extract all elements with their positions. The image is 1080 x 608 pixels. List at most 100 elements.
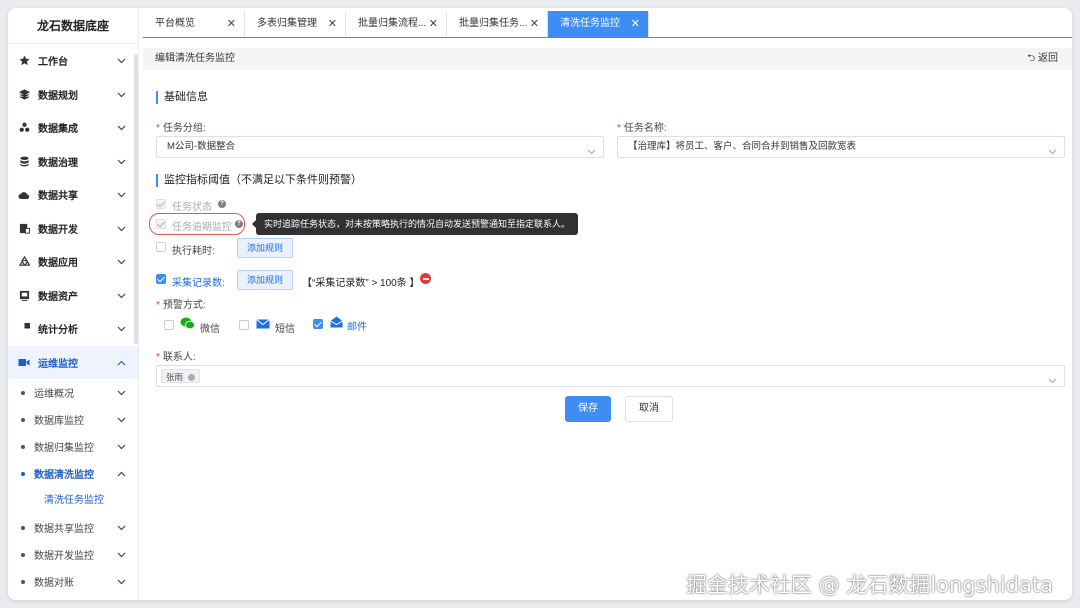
sidebar-item-workbench[interactable]: 工作台 — [8, 44, 138, 78]
sidebar-subitem-reconcile[interactable]: 数据对账 — [8, 568, 138, 595]
mail-checkbox[interactable] — [313, 319, 323, 329]
bullet-icon — [21, 444, 25, 449]
close-icon[interactable]: ✕ — [631, 11, 640, 37]
tab-underline — [143, 37, 1072, 38]
chevron-down-icon — [587, 143, 596, 163]
bullet-icon — [21, 579, 25, 584]
video-icon — [18, 356, 30, 368]
help-icon[interactable]: ? — [235, 220, 243, 228]
chevron-down-icon — [117, 190, 126, 201]
sidebar-subitem-clean-monitor[interactable]: 数据清洗监控 — [8, 460, 138, 487]
undo-icon: ⮌ — [1027, 53, 1038, 64]
watermark-text: 掘金技术社区 @ 龙石数据longshidata — [685, 573, 1053, 597]
alert-method-label: * 预警方式: — [156, 300, 206, 311]
sms-checkbox[interactable] — [239, 320, 249, 330]
sidebar-subitem-share-monitor[interactable]: 数据共享监控 — [8, 514, 138, 541]
chevron-down-icon — [1048, 143, 1057, 163]
task-status-checkbox[interactable] — [156, 199, 166, 209]
tab-platform-overview[interactable]: 平台概览 ✕ — [143, 11, 245, 37]
record-count-label: 采集记录数: — [172, 278, 225, 289]
rule-expression: 【“采集记录数” > 100条 】 — [302, 278, 420, 289]
star-icon — [18, 55, 30, 67]
wechat-icon — [180, 317, 195, 333]
help-icon[interactable]: ? — [218, 200, 226, 208]
contact-tag-label: 张雨 — [166, 372, 184, 382]
chevron-up-icon — [117, 358, 126, 369]
sidebar-subitem-dev-monitor[interactable]: 数据开发监控 — [8, 541, 138, 568]
save-button[interactable]: 保存 — [565, 396, 611, 422]
tab-batch-collect-flow[interactable]: 批量归集流程... ✕ — [346, 11, 447, 37]
bullet-icon — [21, 390, 25, 395]
close-icon[interactable]: ✕ — [227, 11, 236, 37]
sidebar-item-sharing[interactable]: 数据共享 — [8, 178, 138, 212]
remove-rule-icon[interactable] — [420, 273, 431, 284]
sidebar-item-ops-monitor[interactable]: 运维监控 — [8, 345, 138, 379]
tab-multi-table-collect[interactable]: 多表归集管理 ✕ — [245, 11, 346, 37]
close-icon[interactable]: ✕ — [328, 11, 337, 37]
back-button[interactable]: ⮌ 返回 — [1027, 48, 1058, 70]
close-icon[interactable]: ✕ — [429, 11, 438, 37]
sidebar-item-assets[interactable]: 数据资产 — [8, 279, 138, 313]
chevron-down-icon — [117, 291, 126, 302]
sidebar-subitem-label: 数据库监控 — [34, 416, 84, 427]
add-rule-button[interactable]: 添加规则 — [237, 238, 294, 258]
sidebar-item-label: 数据治理 — [38, 157, 78, 169]
overdue-monitor-label: 任务逾期监控 — [172, 222, 232, 233]
sidebar: 龙石数据底座 工作台 数据规划 数据集成 数据治理 数据共享 数据开发 数据应用… — [8, 8, 139, 600]
tab-label: 清洗任务监控 — [560, 18, 620, 29]
sidebar-scrollbar[interactable] — [134, 54, 138, 344]
dev-icon — [18, 222, 30, 234]
sidebar-subitem-db-monitor[interactable]: 数据库监控 — [8, 406, 138, 433]
sidebar-item-label: 数据资产 — [38, 291, 78, 303]
chevron-down-icon — [117, 90, 126, 101]
sidebar-leaf-clean-task-monitor[interactable]: 清洗任务监控 — [8, 487, 138, 514]
page-title: 编辑清洗任务监控 — [155, 53, 235, 64]
task-group-value: M公司-数据整合 — [167, 141, 236, 152]
close-icon[interactable] — [188, 374, 196, 381]
chevron-down-icon — [117, 415, 126, 426]
chevron-down-icon — [117, 123, 126, 134]
app-window: 龙石数据底座 工作台 数据规划 数据集成 数据治理 数据共享 数据开发 数据应用… — [8, 8, 1072, 600]
sidebar-item-label: 数据集成 — [38, 124, 78, 136]
sidebar-item-governance[interactable]: 数据治理 — [8, 145, 138, 179]
wechat-checkbox[interactable] — [164, 320, 174, 330]
integration-icon — [18, 122, 30, 134]
sidebar-item-integration[interactable]: 数据集成 — [8, 111, 138, 145]
overdue-monitor-checkbox[interactable] — [156, 219, 166, 229]
duration-checkbox[interactable] — [156, 242, 166, 252]
wechat-label: 微信 — [200, 324, 220, 335]
contact-tag[interactable]: 张雨 — [161, 369, 201, 383]
chevron-up-icon — [117, 469, 126, 480]
bullet-icon — [21, 471, 25, 476]
chevron-down-icon — [117, 324, 126, 335]
sidebar-item-label: 工作台 — [38, 57, 68, 69]
sidebar-item-development[interactable]: 数据开发 — [8, 212, 138, 246]
task-group-select[interactable]: M公司-数据整合 — [156, 136, 604, 158]
cancel-button[interactable]: 取消 — [625, 396, 673, 422]
add-rule-button[interactable]: 添加规则 — [237, 270, 294, 290]
sidebar-subitem-overview[interactable]: 运维概况 — [8, 379, 138, 406]
sidebar-subitem-label: 数据对账 — [34, 578, 74, 589]
tab-label: 批量归集任务... — [459, 18, 528, 29]
contact-select[interactable] — [156, 365, 1065, 387]
record-count-checkbox[interactable] — [156, 274, 166, 284]
sidebar-subitem-collect-monitor[interactable]: 数据归集监控 — [8, 433, 138, 460]
back-label: 返回 — [1038, 53, 1058, 64]
sidebar-item-statistics[interactable]: 统计分析 — [8, 312, 138, 346]
task-name-select[interactable]: 【治理库】将员工、客户、合同合并到销售及回款宽表 — [617, 136, 1065, 158]
bullet-icon — [21, 552, 25, 557]
duration-label: 执行耗时: — [172, 246, 215, 257]
form-content: 基础信息 * 任务分组: M公司-数据整合 * 任务名称: 【治理库】将员工、客户、… — [143, 70, 1072, 600]
tab-batch-collect-task[interactable]: 批量归集任务... ✕ — [447, 11, 548, 37]
sidebar-item-planning[interactable]: 数据规划 — [8, 78, 138, 112]
mail-envelope-icon — [256, 319, 270, 332]
chevron-down-icon — [1048, 372, 1057, 392]
chevron-down-icon — [117, 56, 126, 67]
sidebar-item-application[interactable]: 数据应用 — [8, 245, 138, 279]
brand-title: 龙石数据底座 — [8, 8, 138, 44]
page-header: 编辑清洗任务监控 ⮌ 返回 — [143, 48, 1072, 70]
tab-clean-task-monitor[interactable]: 清洗任务监控 ✕ — [548, 11, 649, 37]
close-icon[interactable]: ✕ — [530, 11, 539, 37]
mail-open-icon — [330, 316, 343, 331]
sidebar-item-label: 运维监控 — [38, 358, 78, 370]
